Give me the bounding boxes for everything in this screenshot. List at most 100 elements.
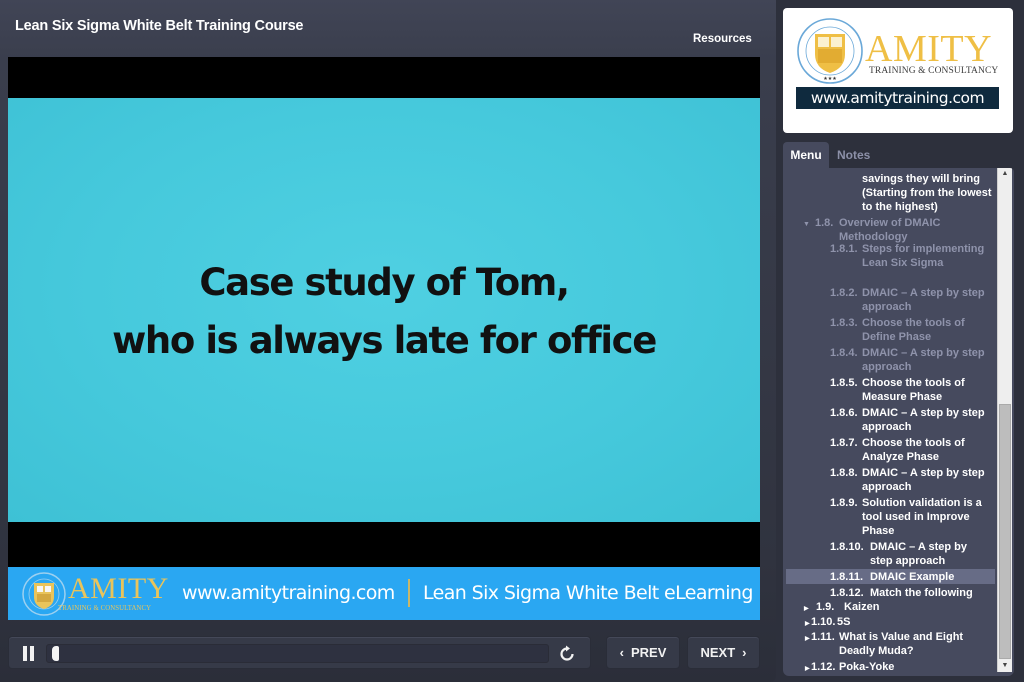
menu-item-number: 1.8.9. bbox=[830, 497, 858, 509]
menu-item-number: 1.10. bbox=[811, 616, 836, 628]
slide-title: Case study of Tom, who is always late fo… bbox=[8, 254, 760, 370]
menu-item[interactable]: 1.8.4. DMAIC – A step by step approach bbox=[783, 346, 993, 374]
next-label: NEXT bbox=[700, 645, 736, 660]
menu-item[interactable]: 1.8.8. DMAIC – A step by step approach bbox=[783, 466, 993, 494]
menu-item-number: 1.8.8. bbox=[830, 467, 858, 479]
menu-item-number: 1.12. bbox=[811, 661, 836, 673]
banner-url: www.amitytraining.com bbox=[182, 582, 395, 604]
scroll-down-icon[interactable]: ▼ bbox=[998, 660, 1012, 672]
caret-right-icon[interactable]: ▶ bbox=[805, 617, 810, 631]
menu-item-number: 1.8.2. bbox=[830, 287, 858, 299]
scroll-up-icon[interactable]: ▲ bbox=[998, 168, 1012, 180]
menu-item-number: 1.8. bbox=[815, 217, 834, 229]
course-title: Lean Six Sigma White Belt Training Cours… bbox=[15, 18, 304, 34]
slide-content: Case study of Tom, who is always late fo… bbox=[8, 98, 760, 522]
menu-item[interactable]: 1.8.6. DMAIC – A step by step approach bbox=[783, 406, 993, 434]
caret-down-icon[interactable]: ▼ bbox=[803, 218, 810, 232]
caret-right-icon[interactable]: ▶ bbox=[805, 662, 810, 676]
logo-url: www.amitytraining.com bbox=[796, 87, 999, 109]
menu-item-label: Overview of DMAIC Methodology bbox=[839, 217, 941, 243]
player-frame: Lean Six Sigma White Belt Training Cours… bbox=[0, 0, 776, 682]
menu-item-label: DMAIC Example bbox=[870, 571, 955, 583]
menu-item[interactable]: ▶ 1.9. Kaizen bbox=[783, 600, 993, 614]
logo-brand-sub: TRAINING & CONSULTANCY bbox=[869, 66, 999, 76]
menu-item-label: DMAIC – A step by step approach bbox=[862, 347, 985, 373]
seek-bar[interactable] bbox=[46, 644, 549, 663]
menu-item-label: DMAIC – A step by step approach bbox=[862, 407, 985, 433]
video-stage: Case study of Tom, who is always late fo… bbox=[8, 57, 760, 620]
pause-icon-bar-left bbox=[23, 646, 27, 661]
tab-notes[interactable]: Notes bbox=[837, 142, 870, 168]
menu-item-number: 1.8.4. bbox=[830, 347, 858, 359]
svg-text:★★★: ★★★ bbox=[823, 76, 837, 82]
side-panel: Menu Notes savings they will bring (Star… bbox=[783, 142, 1014, 677]
menu-item-number: 1.8.10. bbox=[830, 541, 864, 553]
amity-seal-icon: ★★★ bbox=[797, 18, 863, 84]
menu-item[interactable]: 1.8.9. Solution validation is a tool used… bbox=[783, 496, 993, 538]
tab-menu[interactable]: Menu bbox=[783, 142, 829, 168]
menu-item[interactable]: ▶ 1.11. What is Value and Eight Deadly Mud… bbox=[783, 630, 993, 658]
branding-banner: AMITY TRAINING & CONSULTANCY www.amitytr… bbox=[8, 567, 760, 620]
menu-item-number: 1.8.1. bbox=[830, 243, 858, 255]
menu-item-label: 5S bbox=[837, 616, 851, 628]
playback-bar bbox=[8, 636, 591, 669]
menu-tree: savings they will bring (Starting from t… bbox=[783, 168, 1014, 676]
menu-item[interactable]: 1.8.3. Choose the tools of Define Phase bbox=[783, 316, 993, 344]
menu-item[interactable]: ▼ 1.8. Overview of DMAIC Methodology bbox=[783, 216, 993, 244]
menu-item[interactable]: ▶ 1.10. 5S bbox=[783, 615, 993, 629]
banner-course-name: Lean Six Sigma White Belt eLearning bbox=[423, 582, 753, 604]
menu-item[interactable]: savings they will bring (Starting from t… bbox=[783, 172, 993, 214]
banner-divider bbox=[408, 579, 410, 607]
menu-item[interactable]: 1.8.7. Choose the tools of Analyze Phase bbox=[783, 436, 993, 464]
menu-item-number: 1.8.11. bbox=[830, 571, 864, 583]
logo-brand: AMITY bbox=[865, 28, 993, 70]
slide-title-line-1: Case study of Tom, bbox=[199, 261, 570, 304]
menu-item-label: DMAIC – A step by step approach bbox=[862, 467, 985, 493]
caret-right-icon[interactable]: ▶ bbox=[805, 632, 810, 646]
menu-item-label: DMAIC – A step by step approach bbox=[870, 541, 967, 567]
banner-brand-sub: TRAINING & CONSULTANCY bbox=[58, 605, 152, 612]
menu-item[interactable]: 1.8.2. DMAIC – A step by step approach bbox=[783, 286, 993, 314]
chevron-right-icon: › bbox=[742, 645, 747, 660]
seek-handle[interactable] bbox=[52, 646, 59, 661]
menu-item[interactable]: 1.8.12. Match the following bbox=[783, 586, 993, 600]
menu-item-number: 1.8.5. bbox=[830, 377, 858, 389]
menu-item-label: Choose the tools of Define Phase bbox=[862, 317, 965, 343]
menu-item[interactable]: ▶ 1.12. Poka-Yoke bbox=[783, 660, 993, 674]
menu-item-number: 1.9. bbox=[816, 601, 835, 613]
resources-link[interactable]: Resources bbox=[693, 33, 752, 45]
menu-item-label: Kaizen bbox=[844, 601, 880, 613]
menu-item-label: Steps for implementing Lean Six Sigma bbox=[862, 243, 985, 269]
menu-item-number: 1.8.3. bbox=[830, 317, 858, 329]
menu-item[interactable]: 1.8.11. DMAIC Example bbox=[783, 569, 995, 584]
prev-button[interactable]: ‹ PREV bbox=[606, 636, 680, 669]
scroll-thumb[interactable] bbox=[999, 404, 1011, 659]
pause-icon-bar-right bbox=[30, 646, 34, 661]
menu-item-label: Choose the tools of Measure Phase bbox=[862, 377, 965, 403]
menu-item-number: 1.8.7. bbox=[830, 437, 858, 449]
side-tabs: Menu Notes bbox=[783, 142, 1014, 168]
menu-item[interactable]: 1.8.10. DMAIC – A step by step approach bbox=[783, 540, 993, 568]
menu-item-label: Match the following bbox=[870, 587, 973, 599]
prev-label: PREV bbox=[630, 645, 667, 660]
menu-item-number: 1.8.6. bbox=[830, 407, 858, 419]
replay-icon[interactable] bbox=[557, 644, 577, 664]
slide-title-line-2: who is always late for office bbox=[112, 319, 657, 362]
menu-item-label: Choose the tools of Analyze Phase bbox=[862, 437, 965, 463]
banner-brand: AMITY bbox=[68, 572, 169, 605]
pause-button[interactable] bbox=[21, 646, 37, 661]
caret-right-icon[interactable]: ▶ bbox=[804, 602, 809, 616]
menu-item[interactable]: 1.8.5. Choose the tools of Measure Phase bbox=[783, 376, 993, 404]
chevron-left-icon: ‹ bbox=[619, 645, 624, 660]
menu-item-label: Poka-Yoke bbox=[839, 661, 895, 673]
menu-item-label: DMAIC – A step by step approach bbox=[862, 287, 985, 313]
menu-item-label: Solution validation is a tool used in Im… bbox=[862, 497, 982, 537]
menu-item-number: 1.11. bbox=[811, 631, 835, 643]
logo-card: ★★★ AMITY TRAINING & CONSULTANCY www.ami… bbox=[783, 8, 1013, 133]
menu-scrollbar[interactable]: ▲ ▼ bbox=[997, 168, 1012, 672]
menu-item-label: savings they will bring (Starting from t… bbox=[862, 173, 992, 213]
menu-item-label: What is Value and Eight Deadly Muda? bbox=[839, 631, 964, 657]
menu-item[interactable]: 1.8.1. Steps for implementing Lean Six Si… bbox=[783, 242, 993, 270]
menu-item-number: 1.8.12. bbox=[830, 587, 864, 599]
next-button[interactable]: NEXT › bbox=[687, 636, 760, 669]
